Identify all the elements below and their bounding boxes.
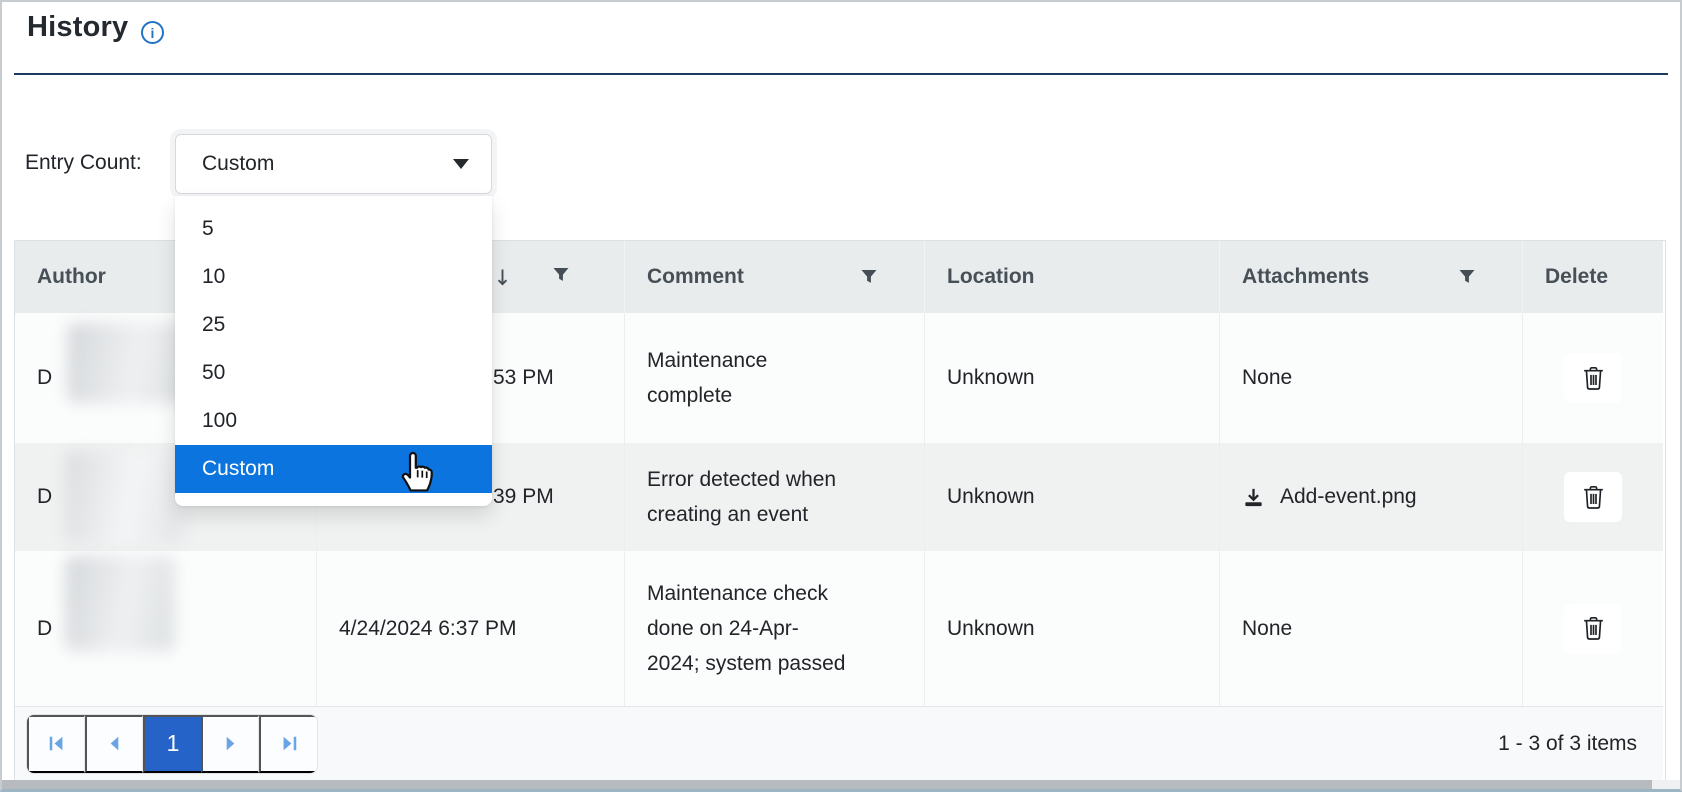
last-page-icon (280, 734, 299, 753)
horizontal-scrollbar[interactable] (2, 780, 1680, 789)
redacted-author-name (67, 323, 189, 403)
cell-attachments: None (1220, 551, 1523, 706)
entry-count-option-5[interactable]: 5 (175, 205, 492, 253)
trash-icon (1581, 615, 1606, 642)
info-icon[interactable] (141, 21, 164, 44)
chevron-down-icon (453, 159, 469, 169)
delete-row-button[interactable] (1564, 604, 1622, 654)
cell-location: Unknown (925, 443, 1220, 551)
column-header-delete: Delete (1523, 241, 1663, 313)
entry-count-selected-value: Custom (202, 152, 274, 176)
cell-date: 4/24/2024 6:37 PM (317, 551, 625, 706)
cell-comment: Maintenance check done on 24-Apr-2024; s… (625, 551, 925, 706)
page-1-button[interactable]: 1 (143, 715, 201, 773)
column-header-comment[interactable]: Comment (625, 241, 925, 313)
history-page: History Entry Count: Custom 5 10 25 50 1… (0, 0, 1682, 792)
attachment-link[interactable]: Add-event.png (1242, 485, 1417, 509)
trash-icon (1581, 484, 1606, 511)
download-icon (1242, 486, 1265, 509)
delete-row-button[interactable] (1564, 353, 1622, 403)
cell-delete (1523, 551, 1663, 706)
entry-count-option-100[interactable]: 100 (175, 397, 492, 445)
first-page-button[interactable] (27, 715, 85, 773)
entry-count-select[interactable]: Custom (175, 134, 492, 194)
filter-icon[interactable] (1458, 269, 1476, 285)
cell-comment: Maintenance complete (625, 313, 925, 443)
cell-attachments: Add-event.png (1220, 443, 1523, 551)
first-page-icon (47, 734, 66, 753)
entry-count-dropdown: 5 10 25 50 100 Custom (175, 196, 492, 506)
delete-row-button[interactable] (1564, 472, 1622, 522)
column-header-comment-label: Comment (647, 265, 744, 289)
entry-count-option-25[interactable]: 25 (175, 301, 492, 349)
trash-icon (1581, 365, 1606, 392)
last-page-button[interactable] (259, 715, 317, 773)
entry-count-label: Entry Count: (25, 151, 142, 175)
header-divider (14, 73, 1668, 75)
cell-location: Unknown (925, 551, 1220, 706)
column-header-location[interactable]: Location (925, 241, 1220, 313)
items-count-summary: 1 - 3 of 3 items (1498, 732, 1663, 756)
column-header-delete-label: Delete (1545, 265, 1608, 289)
cell-delete (1523, 443, 1663, 551)
cell-location: Unknown (925, 313, 1220, 443)
filter-icon[interactable] (552, 265, 570, 289)
cell-attachments: None (1220, 313, 1523, 443)
sort-descending-icon[interactable] (495, 267, 510, 288)
pagination-bar: 1 1 - 3 of 3 items (15, 706, 1663, 780)
cell-author: D (15, 551, 317, 706)
next-page-button[interactable] (201, 715, 259, 773)
filter-icon[interactable] (860, 269, 878, 285)
entry-count-option-custom[interactable]: Custom (175, 445, 492, 493)
redacted-author-name (65, 556, 175, 651)
previous-page-button[interactable] (85, 715, 143, 773)
next-page-icon (221, 734, 240, 753)
previous-page-icon (105, 734, 124, 753)
page-title: History (27, 11, 128, 44)
pagination-buttons: 1 (26, 714, 318, 774)
redacted-author-name (65, 451, 183, 543)
scrollbar-thumb[interactable] (2, 780, 1652, 789)
entry-count-option-50[interactable]: 50 (175, 349, 492, 397)
column-header-location-label: Location (947, 265, 1035, 289)
cell-delete (1523, 313, 1663, 443)
column-header-attachments-label: Attachments (1242, 265, 1369, 289)
cell-comment: Error detected when creating an event (625, 443, 925, 551)
column-header-attachments[interactable]: Attachments (1220, 241, 1523, 313)
column-header-author-label: Author (37, 265, 106, 289)
attachment-filename: Add-event.png (1280, 485, 1417, 509)
entry-count-option-10[interactable]: 10 (175, 253, 492, 301)
